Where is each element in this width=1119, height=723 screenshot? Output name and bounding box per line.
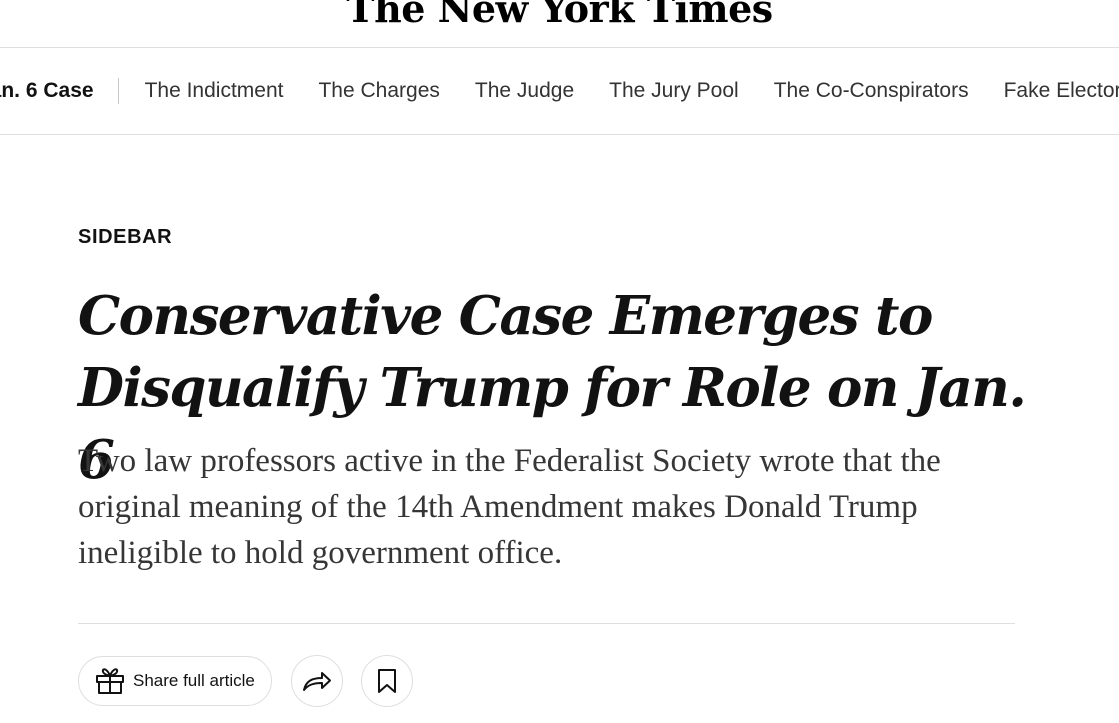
subnav-link-fake-electors[interactable]: Fake Electors Scheme <box>1004 78 1119 104</box>
share-full-article-button[interactable]: Share full article <box>78 656 272 706</box>
subnav-link-indictment[interactable]: The Indictment <box>145 78 284 104</box>
section-subnav: Jan. 6 Case The Indictment The Charges T… <box>0 48 1119 135</box>
subnav-link-charges[interactable]: The Charges <box>318 78 439 104</box>
share-full-article-label: Share full article <box>133 671 255 690</box>
subnav-link-jury-pool[interactable]: The Jury Pool <box>609 78 739 104</box>
subnav-track: Jan. 6 Case The Indictment The Charges T… <box>0 78 1119 104</box>
article-kicker[interactable]: SIDEBAR <box>78 226 172 249</box>
nyt-logo[interactable]: The New York Times <box>0 0 1119 31</box>
header-divider <box>78 623 1015 624</box>
save-bookmark-button[interactable] <box>360 655 413 707</box>
share-arrow-icon <box>302 670 332 692</box>
share-toolbar: Share full article <box>78 655 413 707</box>
gift-icon <box>95 667 125 695</box>
subnav-link-judge[interactable]: The Judge <box>475 78 574 104</box>
subnav-section-title[interactable]: Jan. 6 Case <box>0 78 119 104</box>
article-summary: Two law professors active in the Federal… <box>78 443 941 571</box>
share-button[interactable] <box>290 655 343 707</box>
bookmark-icon <box>377 668 397 694</box>
subnav-link-co-conspirators[interactable]: The Co-Conspirators <box>774 78 969 104</box>
masthead: The New York Times <box>0 0 1119 48</box>
